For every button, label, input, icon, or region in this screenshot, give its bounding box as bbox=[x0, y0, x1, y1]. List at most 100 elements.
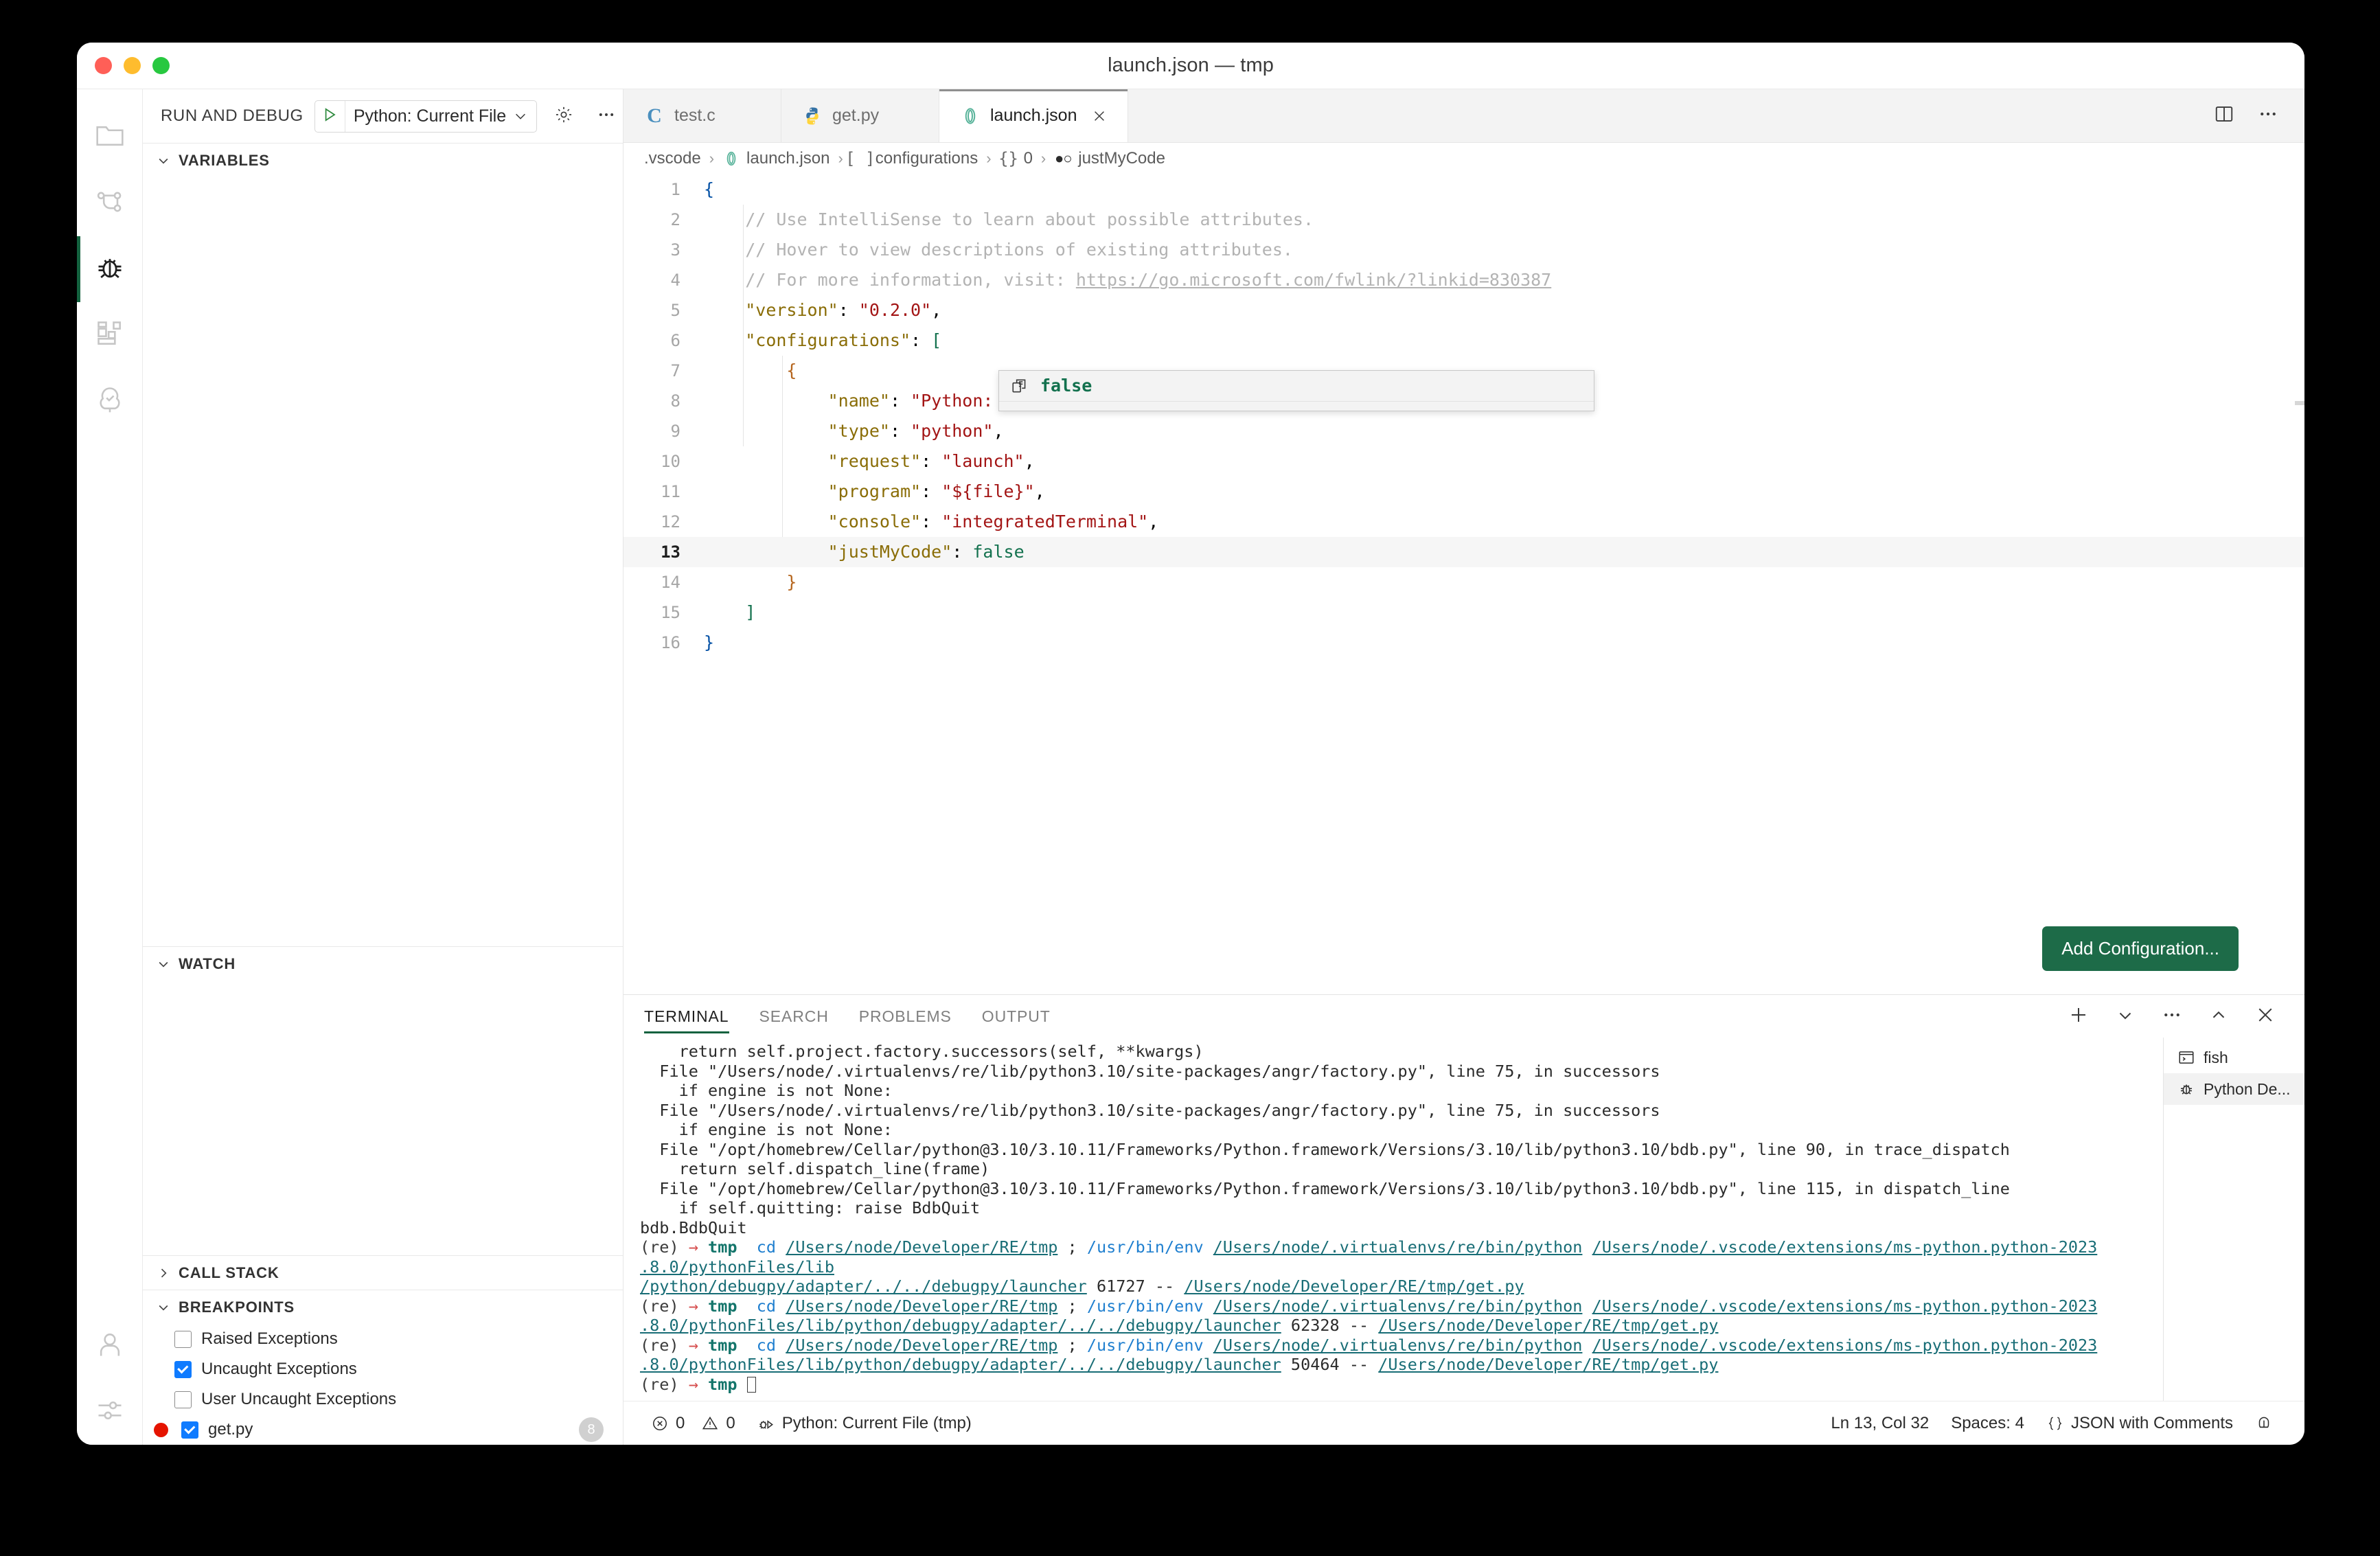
section-call-stack[interactable]: CALL STACK bbox=[143, 1255, 623, 1290]
debug-more-actions-button[interactable] bbox=[591, 100, 622, 132]
status-cursor-position[interactable]: Ln 13, Col 32 bbox=[1824, 1414, 1940, 1433]
code-line[interactable]: 6 "configurations": [ bbox=[623, 325, 2304, 356]
code-line[interactable]: 11 "program": "${file}", bbox=[623, 477, 2304, 507]
code-line[interactable]: 15 ] bbox=[623, 597, 2304, 628]
panel-tab-output[interactable]: OUTPUT bbox=[967, 995, 1066, 1038]
editor-tab-get-py[interactable]: get.py bbox=[781, 89, 939, 142]
breadcrumb-item[interactable]: [ ] configurations bbox=[845, 149, 978, 168]
editor-tab-actions bbox=[2208, 89, 2304, 142]
close-icon[interactable] bbox=[1092, 108, 1107, 124]
debug-settings-button[interactable] bbox=[548, 100, 580, 132]
terminal-link[interactable]: /Users/node/.virtualenvs/re/bin/python bbox=[1213, 1296, 1583, 1316]
panel-tab-search[interactable]: SEARCH bbox=[744, 995, 844, 1038]
terminal-link[interactable]: .8.0/pythonFiles/lib bbox=[640, 1257, 834, 1277]
activity-accounts[interactable] bbox=[77, 1313, 143, 1379]
start-debugging-button[interactable] bbox=[315, 100, 345, 132]
section-breakpoints[interactable]: BREAKPOINTS bbox=[143, 1290, 623, 1324]
terminal-link[interactable]: /Users/node/Developer/RE/tmp bbox=[786, 1237, 1057, 1257]
code-line[interactable]: 13 "justMyCode": false bbox=[623, 537, 2304, 567]
activity-run-and-debug[interactable] bbox=[77, 236, 143, 302]
panel-tab-terminal[interactable]: TERMINAL bbox=[644, 995, 744, 1038]
code-line[interactable]: 2 // Use IntelliSense to learn about pos… bbox=[623, 205, 2304, 235]
terminal-link[interactable]: /Users/node/.vscode/extensions/ms-python… bbox=[1592, 1336, 2098, 1355]
breakpoint-dot-icon bbox=[154, 1422, 168, 1437]
code-line[interactable]: 12 "console": "integratedTerminal", bbox=[623, 507, 2304, 537]
code-line[interactable]: 10 "request": "launch", bbox=[623, 446, 2304, 477]
debug-config-name[interactable]: Python: Current File bbox=[345, 106, 513, 126]
terminal-tab[interactable]: fish bbox=[2164, 1042, 2304, 1073]
code-line[interactable]: 5 "version": "0.2.0", bbox=[623, 295, 2304, 325]
code-line[interactable]: 9 "type": "python", bbox=[623, 416, 2304, 446]
chevron-down-icon[interactable] bbox=[513, 108, 536, 124]
activity-manage-settings[interactable] bbox=[77, 1379, 143, 1445]
code-line[interactable]: 4 // For more information, visit: https:… bbox=[623, 265, 2304, 295]
breakpoint-row[interactable]: get.py 8 bbox=[143, 1415, 623, 1445]
breakpoint-checkbox[interactable] bbox=[174, 1391, 192, 1408]
breadcrumb-item[interactable]: ●○ justMyCode bbox=[1054, 149, 1165, 168]
status-language-mode[interactable]: JSON with Comments bbox=[2035, 1414, 2244, 1433]
close-panel-button[interactable] bbox=[2250, 1000, 2281, 1032]
code-line[interactable]: 1{ bbox=[623, 174, 2304, 205]
terminal-line: (re) → tmp cd /Users/node/Developer/RE/t… bbox=[640, 1237, 2098, 1257]
panel-tab-problems[interactable]: PROBLEMS bbox=[844, 995, 967, 1038]
activity-explorer[interactable] bbox=[77, 104, 143, 170]
terminal-link[interactable]: .8.0/pythonFiles/lib/python/debugpy/adap… bbox=[640, 1316, 1281, 1335]
terminal-link[interactable]: /python/debugpy/adapter/../../debugpy/la… bbox=[640, 1277, 1087, 1296]
terminal-profile-dropdown-button[interactable] bbox=[2109, 1000, 2141, 1032]
breadcrumb-item[interactable]: launch.json bbox=[722, 149, 829, 168]
editor-tabs: Ctest.c get.py launch.json bbox=[623, 89, 1129, 142]
activity-source-control[interactable] bbox=[77, 170, 143, 236]
section-variables[interactable]: VARIABLES bbox=[143, 143, 623, 177]
activity-testing[interactable] bbox=[77, 368, 143, 434]
status-bell[interactable] bbox=[2244, 1415, 2284, 1432]
new-terminal-button[interactable] bbox=[2063, 1000, 2094, 1032]
editor-tab-launch-json[interactable]: launch.json bbox=[939, 89, 1129, 142]
code-text: "program": "${file}", bbox=[827, 481, 1045, 501]
terminal-link[interactable]: /Users/node/.vscode/extensions/ms-python… bbox=[1592, 1237, 2098, 1257]
split-editor-button[interactable] bbox=[2208, 100, 2240, 132]
editor-tab-test-c[interactable]: Ctest.c bbox=[623, 89, 781, 142]
breakpoint-checkbox[interactable] bbox=[174, 1330, 192, 1348]
terminal-link[interactable]: /Users/node/Developer/RE/tmp/get.py bbox=[1184, 1277, 1524, 1296]
status-indentation[interactable]: Spaces: 4 bbox=[1940, 1414, 2035, 1433]
line-number: 10 bbox=[661, 452, 680, 471]
suggestion-item[interactable]: false bbox=[999, 371, 1594, 401]
terminal-link[interactable]: /Users/node/.vscode/extensions/ms-python… bbox=[1592, 1296, 2098, 1316]
sidebar-header: RUN AND DEBUG Python: Current File bbox=[143, 89, 623, 143]
terminal-tab[interactable]: Python De... bbox=[2164, 1073, 2304, 1105]
terminal-link[interactable]: /Users/node/.virtualenvs/re/bin/python bbox=[1213, 1336, 1583, 1355]
terminal-link[interactable]: /Users/node/Developer/RE/tmp bbox=[786, 1336, 1057, 1355]
activity-extensions[interactable] bbox=[77, 302, 143, 368]
breakpoint-row[interactable]: Uncaught Exceptions bbox=[143, 1354, 623, 1384]
section-watch[interactable]: WATCH bbox=[143, 946, 623, 981]
panel-more-button[interactable] bbox=[2156, 1000, 2188, 1032]
code-line[interactable]: 16} bbox=[623, 628, 2304, 658]
terminal-link[interactable]: /Users/node/Developer/RE/tmp/get.py bbox=[1378, 1355, 1718, 1374]
terminal-link[interactable]: .8.0/pythonFiles/lib/python/debugpy/adap… bbox=[640, 1355, 1281, 1374]
code-text: // Use IntelliSense to learn about possi… bbox=[704, 209, 1314, 229]
editor-more-button[interactable] bbox=[2252, 100, 2284, 132]
boolean-icon: ●○ bbox=[1054, 150, 1073, 167]
terminal-output[interactable]: return self.project.factory.successors(s… bbox=[623, 1038, 2163, 1401]
add-configuration-button[interactable]: Add Configuration... bbox=[2042, 926, 2239, 971]
status-problems[interactable]: 0 0 bbox=[644, 1401, 746, 1445]
code-line[interactable]: 14 } bbox=[623, 567, 2304, 597]
breakpoint-checkbox[interactable] bbox=[174, 1360, 192, 1378]
terminal-link[interactable]: /Users/node/Developer/RE/tmp/get.py bbox=[1378, 1316, 1718, 1335]
terminal-icon bbox=[2177, 1049, 2195, 1066]
breadcrumb-item[interactable]: .vscode bbox=[644, 149, 701, 168]
minimap-slider[interactable] bbox=[2295, 401, 2304, 405]
suggestion-widget[interactable]: false bbox=[998, 370, 1594, 411]
debug-configuration-selector[interactable]: Python: Current File bbox=[314, 100, 538, 133]
code-line[interactable]: 3 // Hover to view descriptions of exist… bbox=[623, 235, 2304, 265]
code-editor[interactable]: 1{2 // Use IntelliSense to learn about p… bbox=[623, 174, 2304, 994]
maximize-panel-button[interactable] bbox=[2203, 1000, 2234, 1032]
breakpoint-row[interactable]: Raised Exceptions bbox=[143, 1324, 623, 1354]
terminal-link[interactable]: /Users/node/Developer/RE/tmp bbox=[786, 1296, 1057, 1316]
terminal-link[interactable]: /Users/node/.virtualenvs/re/bin/python bbox=[1213, 1237, 1583, 1257]
status-debug-launch[interactable]: Python: Current File (tmp) bbox=[746, 1401, 983, 1445]
line-number: 15 bbox=[661, 603, 680, 622]
breakpoint-checkbox[interactable] bbox=[181, 1421, 198, 1439]
breadcrumb-item[interactable]: {} 0 bbox=[998, 149, 1033, 168]
breakpoint-row[interactable]: User Uncaught Exceptions bbox=[143, 1384, 623, 1415]
